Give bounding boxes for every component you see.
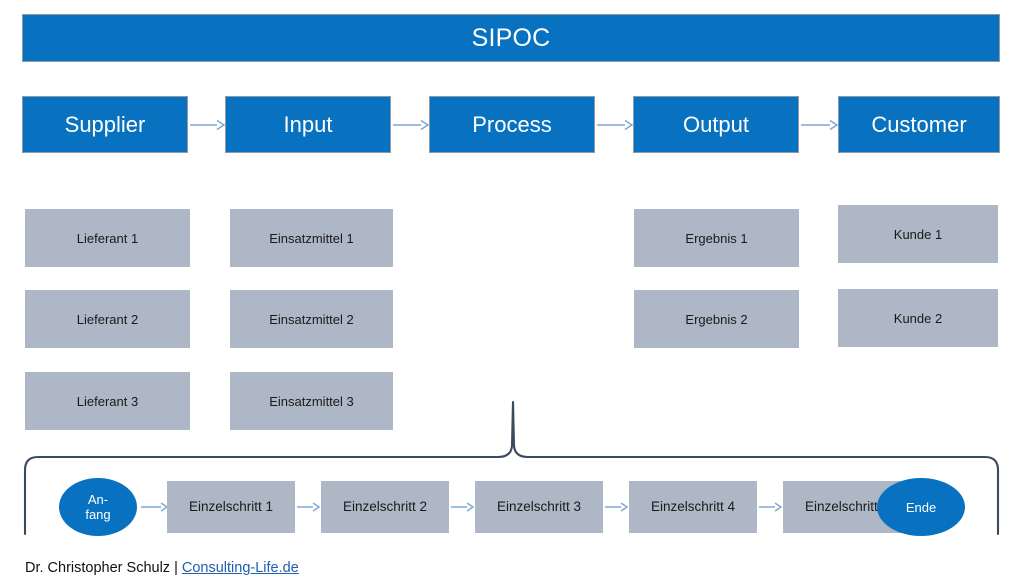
diagram-title-bar: SIPOC: [22, 14, 1000, 62]
flow-node-start[interactable]: An- fang: [59, 478, 137, 536]
item-box-supplier-2[interactable]: Lieferant 2: [25, 290, 190, 348]
item-label: Lieferant 2: [76, 311, 139, 327]
footer: Dr. Christopher Schulz | Consulting-Life…: [25, 560, 299, 576]
footer-separator: |: [170, 560, 182, 576]
flow-step-label: Einzelschritt 3: [496, 499, 582, 515]
header-box-output[interactable]: Output: [633, 96, 799, 153]
item-label: Ergebnis 1: [685, 230, 748, 246]
item-box-supplier-3[interactable]: Lieferant 3: [25, 372, 190, 430]
sipoc-diagram: SIPOC Supplier Input Process Output Cust…: [0, 0, 1024, 588]
header-label-output: Output: [682, 111, 750, 137]
item-box-supplier-1[interactable]: Lieferant 1: [25, 209, 190, 267]
footer-link[interactable]: Consulting-Life.de: [182, 560, 299, 576]
header-label-customer: Customer: [871, 111, 967, 137]
item-label: Ergebnis 2: [685, 311, 748, 327]
item-box-output-2[interactable]: Ergebnis 2: [634, 290, 799, 348]
flow-step-3[interactable]: Einzelschritt 3: [475, 481, 603, 533]
item-label: Einsatzmittel 2: [269, 311, 354, 327]
arrow-right-icon-process-output: [597, 119, 633, 131]
item-box-input-1[interactable]: Einsatzmittel 1: [230, 209, 393, 267]
item-box-output-1[interactable]: Ergebnis 1: [634, 209, 799, 267]
header-box-supplier[interactable]: Supplier: [22, 96, 188, 153]
item-box-customer-2[interactable]: Kunde 2: [838, 289, 998, 347]
flow-step-4[interactable]: Einzelschritt 4: [629, 481, 757, 533]
item-label: Kunde 2: [893, 310, 943, 326]
flow-step-2[interactable]: Einzelschritt 2: [321, 481, 449, 533]
page-title: SIPOC: [471, 23, 551, 52]
header-label-process: Process: [472, 111, 552, 137]
header-box-customer[interactable]: Customer: [838, 96, 1000, 153]
flow-node-end[interactable]: Ende: [877, 478, 965, 536]
flow-step-label: Einzelschritt 2: [342, 499, 428, 515]
item-box-input-3[interactable]: Einsatzmittel 3: [230, 372, 393, 430]
header-label-input: Input: [283, 111, 333, 137]
item-label: Lieferant 3: [76, 393, 139, 409]
arrow-right-icon-step4-step5: [759, 502, 782, 512]
arrow-right-icon-step3-step4: [605, 502, 628, 512]
header-box-input[interactable]: Input: [225, 96, 391, 153]
arrow-right-icon-step2-step3: [451, 502, 474, 512]
flow-step-label: Einzelschritt 1: [188, 499, 274, 515]
flow-end-label: Ende: [905, 499, 937, 515]
flow-step-label: Einzelschritt 4: [650, 499, 736, 515]
arrow-right-icon-step1-step2: [297, 502, 320, 512]
item-label: Einsatzmittel 3: [269, 393, 354, 409]
arrow-right-icon-start-step1: [141, 502, 168, 512]
item-box-input-2[interactable]: Einsatzmittel 2: [230, 290, 393, 348]
item-label: Kunde 1: [893, 226, 943, 242]
arrow-right-icon-supplier-input: [190, 119, 225, 131]
header-label-supplier: Supplier: [64, 111, 146, 137]
item-label: Einsatzmittel 1: [269, 230, 354, 246]
item-label: Lieferant 1: [76, 230, 139, 246]
footer-author: Dr. Christopher Schulz: [25, 560, 171, 576]
item-box-customer-1[interactable]: Kunde 1: [838, 205, 998, 263]
header-box-process[interactable]: Process: [429, 96, 595, 153]
flow-start-label: An- fang: [85, 492, 111, 522]
flow-step-1[interactable]: Einzelschritt 1: [167, 481, 295, 533]
arrow-right-icon-output-customer: [801, 119, 838, 131]
arrow-right-icon-input-process: [393, 119, 429, 131]
